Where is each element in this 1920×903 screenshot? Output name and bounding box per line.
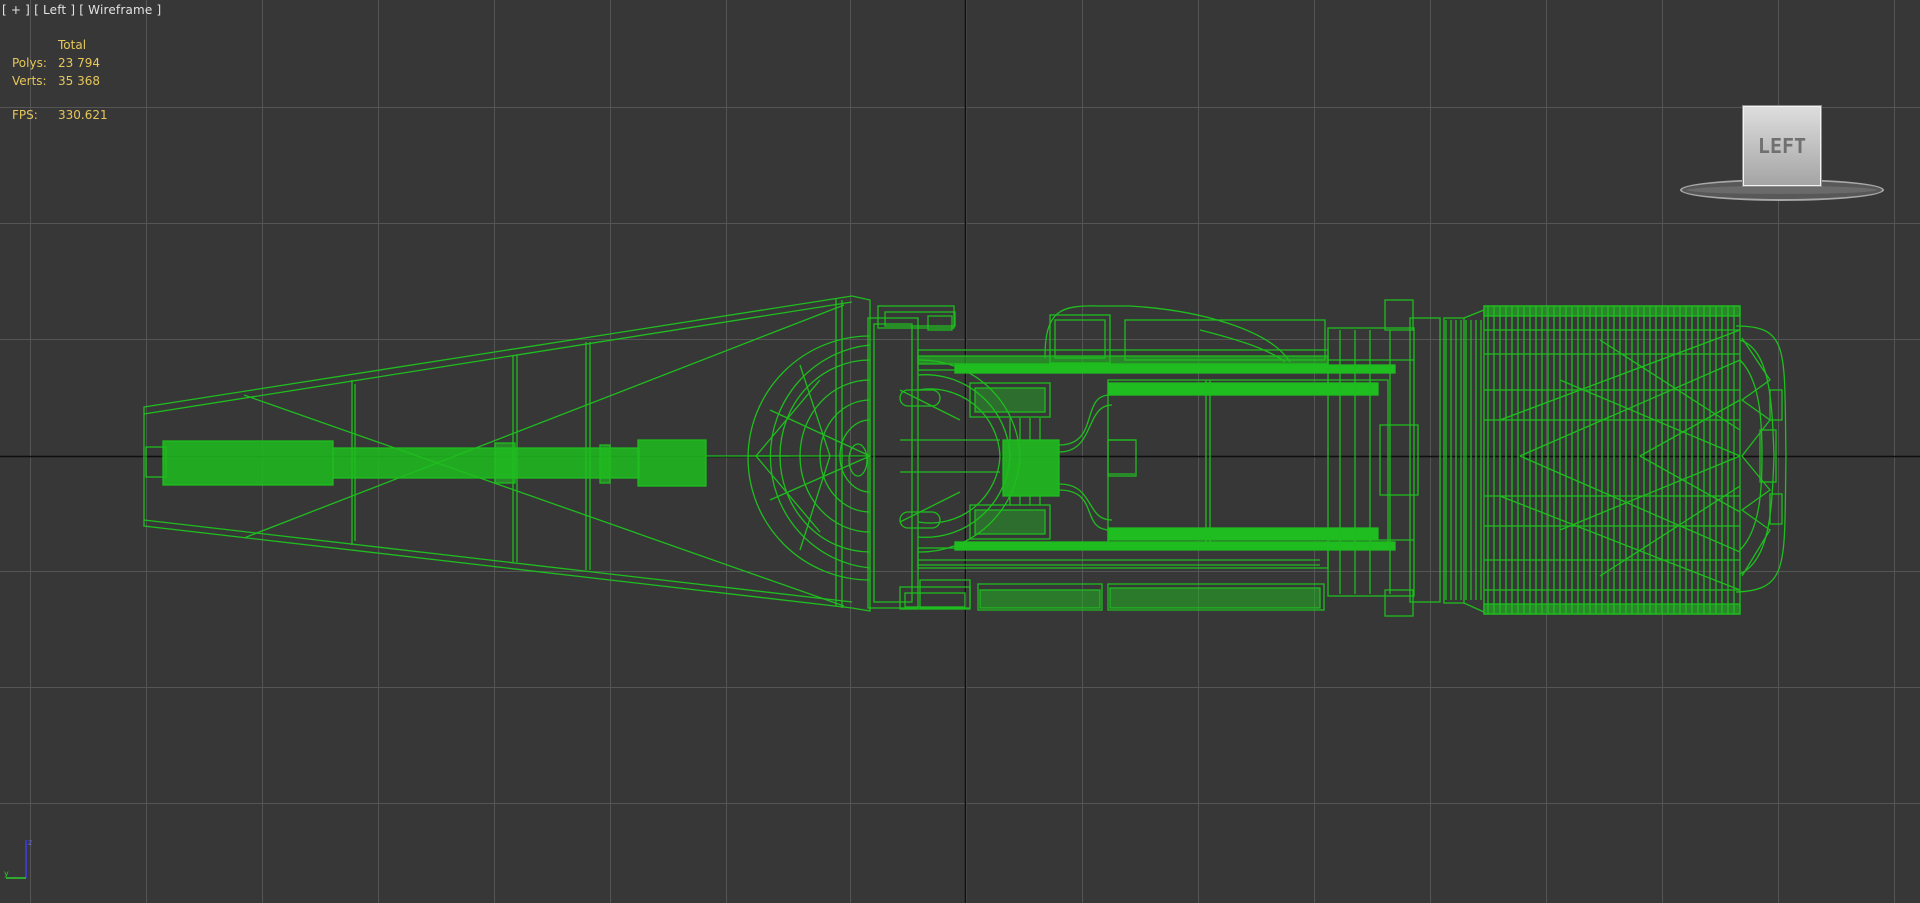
polys-label: Polys: — [12, 56, 47, 70]
viewport-left-wireframe[interactable]: [ + ] [ Left ] [ Wireframe ] Total Polys… — [0, 0, 1920, 903]
z-axis-label: z — [28, 838, 32, 847]
wireframe-scene[interactable] — [0, 0, 1920, 903]
verts-value: 35 368 — [58, 74, 100, 88]
viewcube-face-left[interactable]: LEFT — [1742, 105, 1822, 187]
frame-rings — [867, 305, 1021, 610]
axis-tripod: z y — [4, 838, 32, 879]
scene-statistics: Total Polys: 23 794 Verts: 35 368 FPS: 3… — [12, 36, 138, 124]
viewcube-face-label: LEFT — [1757, 134, 1807, 158]
fps-label: FPS: — [12, 108, 38, 122]
engine-ribs — [1445, 306, 1735, 614]
y-axis-label: y — [4, 869, 9, 878]
viewport-view-menu[interactable]: [ Left ] — [34, 3, 75, 17]
viewport-plus-menu[interactable]: [ + ] — [2, 3, 30, 17]
stats-header: Total — [58, 38, 87, 52]
mid-body — [899, 299, 1441, 617]
verts-label: Verts: — [12, 74, 47, 88]
probe-shaft — [145, 439, 790, 487]
viewcube[interactable]: LEFT — [1680, 102, 1886, 202]
dome — [747, 335, 871, 581]
fps-value: 330.621 — [58, 108, 108, 122]
viewport-shading-menu[interactable]: [ Wireframe ] — [79, 3, 161, 17]
polys-value: 23 794 — [58, 56, 100, 70]
viewport-label-menu: [ + ] [ Left ] [ Wireframe ] — [2, 3, 161, 17]
engine-section — [1443, 305, 1787, 615]
